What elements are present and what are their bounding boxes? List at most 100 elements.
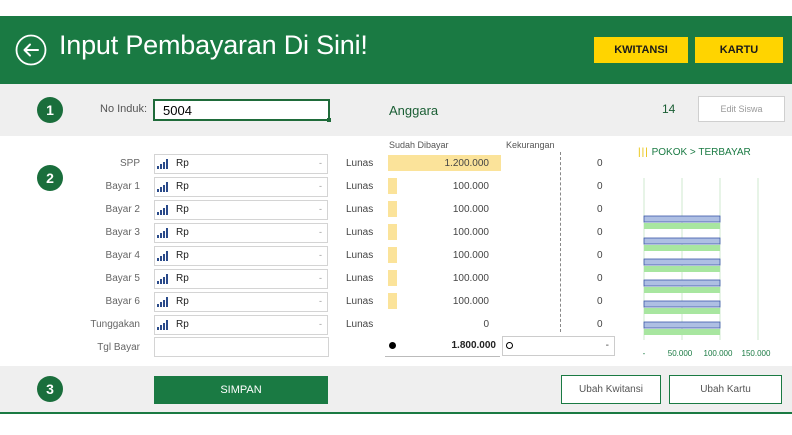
chart-tick-label: - (643, 349, 646, 358)
kurang-value: 0 (597, 250, 603, 261)
amount-select[interactable]: Rp - (154, 154, 328, 174)
paid-value: 100.000 (452, 250, 489, 261)
amount-select[interactable]: Rp - (154, 269, 328, 289)
no-induk-label: No Induk: (100, 103, 148, 115)
step-badge-2: 2 (37, 165, 63, 191)
kekurangan-header: Kekurangan (506, 140, 555, 150)
row-status: Lunas (346, 158, 374, 169)
chart-bar-pokok (643, 321, 721, 329)
amount-select[interactable]: Rp - (154, 246, 328, 266)
dropdown-caret-icon: - (319, 250, 322, 260)
signal-bars-icon (157, 274, 168, 284)
kurang-value: 0 (597, 181, 603, 192)
chart-tick-label: 150.000 (742, 349, 771, 358)
row-label: Bayar 1 (105, 181, 140, 192)
row-status: Lunas (346, 296, 374, 307)
signal-bars-icon (157, 159, 168, 169)
paid-value: 1.200.000 (444, 158, 490, 169)
select-value: Rp (176, 181, 189, 192)
dropdown-caret-icon: - (319, 227, 322, 237)
total-kurang-cell: - (502, 336, 615, 356)
ubah-kartu-button[interactable]: Ubah Kartu (669, 375, 782, 404)
select-value: Rp (176, 227, 189, 238)
paid-value: 0 (483, 319, 489, 330)
dropdown-caret-icon: - (319, 204, 322, 214)
paid-value: 100.000 (452, 273, 489, 284)
paid-value: 100.000 (452, 296, 489, 307)
select-value: Rp (176, 319, 189, 330)
signal-bars-icon (157, 205, 168, 215)
kurang-value: 0 (597, 296, 603, 307)
row-label: SPP (119, 158, 140, 169)
row-status: Lunas (346, 204, 374, 215)
paid-value: 100.000 (452, 204, 489, 215)
chart-bar-terbayar (644, 329, 720, 335)
page-title: Input Pembayaran Di Sini! (59, 30, 368, 60)
amount-select[interactable]: Rp - (154, 200, 328, 220)
row-label: Tunggakan (90, 319, 140, 330)
legend-marker: ||| (638, 147, 649, 158)
amount-select[interactable]: Rp - (154, 223, 328, 243)
tgl-bayar-label: Tgl Bayar (97, 342, 140, 353)
chart-legend-text: POKOK > TERBAYAR (651, 147, 751, 158)
amount-select[interactable]: Rp - (154, 177, 328, 197)
fill-handle (327, 118, 331, 122)
student-name: Anggara (389, 103, 439, 118)
chart-tick-label: 50.000 (668, 349, 693, 358)
chart-bar-terbayar (644, 308, 720, 314)
amount-select[interactable]: Rp - (154, 292, 328, 312)
row-label: Bayar 6 (105, 296, 140, 307)
chart-legend: ||| POKOK > TERBAYAR (638, 147, 751, 158)
select-value: Rp (176, 204, 189, 215)
chart-tick-label: 100.000 (704, 349, 733, 358)
dropdown-caret-icon: - (319, 296, 322, 306)
kwitansi-button[interactable]: KWITANSI (594, 37, 688, 63)
row-label: Bayar 2 (105, 204, 140, 215)
total-kurang: - (605, 340, 609, 351)
select-value: Rp (176, 296, 189, 307)
step-badge-1: 1 (37, 97, 63, 123)
filled-circle-icon (389, 342, 396, 349)
chart-bar-pokok (643, 237, 721, 245)
student-count: 14 (662, 102, 676, 116)
payment-chart: - 50.000 100.000 150.000 (643, 178, 771, 358)
chart-bar-terbayar (644, 266, 720, 272)
sudah-dibayar-header: Sudah Dibayar (389, 140, 449, 150)
select-value: Rp (176, 250, 189, 261)
no-induk-input[interactable]: 5004 (153, 99, 331, 122)
row-label: Bayar 3 (105, 227, 140, 238)
chart-bar-terbayar (644, 223, 720, 229)
row-label: Bayar 4 (105, 250, 140, 261)
signal-bars-icon (157, 297, 168, 307)
dropdown-caret-icon: - (319, 319, 322, 329)
kurang-value: 0 (597, 158, 603, 169)
row-status: Lunas (346, 273, 374, 284)
kurang-value: 0 (597, 227, 603, 238)
signal-bars-icon (157, 228, 168, 238)
back-arrow-icon[interactable] (15, 34, 47, 66)
step-badge-3: 3 (37, 376, 63, 402)
signal-bars-icon (157, 320, 168, 330)
signal-bars-icon (157, 251, 168, 261)
paid-value: 100.000 (452, 181, 489, 192)
chart-bar-pokok (643, 215, 721, 223)
ubah-kwitansi-button[interactable]: Ubah Kwitansi (561, 375, 661, 404)
row-status: Lunas (346, 227, 374, 238)
dropdown-caret-icon: - (319, 158, 322, 168)
empty-circle-icon (506, 342, 513, 349)
select-value: Rp (176, 273, 189, 284)
kartu-button[interactable]: KARTU (695, 37, 783, 63)
chart-bar-pokok (643, 279, 721, 287)
simpan-button[interactable]: SIMPAN (154, 376, 328, 404)
row-status: Lunas (346, 181, 374, 192)
chart-bar-terbayar (644, 245, 720, 251)
kurang-value: 0 (597, 273, 603, 284)
tgl-bayar-input[interactable] (154, 337, 329, 357)
chart-bar-terbayar (644, 287, 720, 293)
no-induk-value: 5004 (163, 103, 192, 118)
dropdown-caret-icon: - (319, 273, 322, 283)
row-status: Lunas (346, 319, 374, 330)
edit-siswa-button[interactable]: Edit Siswa (698, 96, 785, 122)
row-status: Lunas (346, 250, 374, 261)
amount-select[interactable]: Rp - (154, 315, 328, 335)
